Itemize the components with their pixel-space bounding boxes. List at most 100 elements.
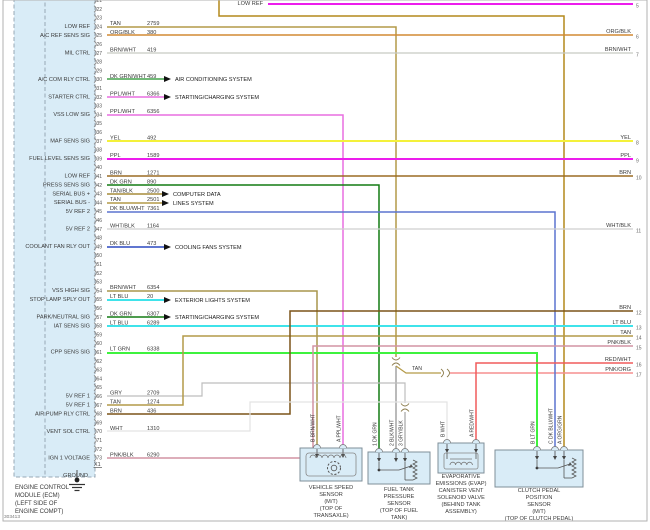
top-source-label: LOW REF xyxy=(238,1,264,7)
edge-ref-number: 17 xyxy=(636,373,642,379)
pin-wire-color: GRY xyxy=(110,391,122,397)
pin-circuit-number: 2500 xyxy=(147,188,159,194)
pin-number: 37 xyxy=(97,139,103,145)
system-link-label: STARTING/CHARGING SYSTEM xyxy=(175,315,259,321)
pin-number: 71 xyxy=(97,438,103,444)
pin-circuit-number: 6289 xyxy=(147,320,159,326)
pin-circuit-number: 436 xyxy=(147,408,156,414)
evap-pin-wire-label: A RED/WHT xyxy=(470,409,476,437)
pin-number: 24 xyxy=(97,24,103,30)
pin-wire-color: LT GRN xyxy=(110,347,130,353)
cpp-pin-socket-icon xyxy=(551,446,559,451)
pin-circuit-number: 6307 xyxy=(147,312,159,318)
vss-caption: TRANSAXLE) xyxy=(313,513,348,519)
pin-circuit-number: 2501 xyxy=(147,197,159,203)
pin-function-label: LOW REF xyxy=(65,24,91,30)
pin-circuit-number: 2759 xyxy=(147,21,159,27)
ftp-pin-wire-label: 1 DK GRN xyxy=(373,422,379,446)
pin-function-label: AIR PUMP RLY CTRL xyxy=(35,411,90,417)
pin-number: 68 xyxy=(97,412,103,418)
pin-function-label: FUEL LEVEL SENS SIG xyxy=(29,156,90,162)
edge-wire-color: ORG/BLK xyxy=(606,29,631,35)
pin-function-label: 5V REF 2 xyxy=(66,227,90,233)
pin-wire-color: PPL/WHT xyxy=(110,109,135,115)
vss-pin-wire-label: B BRN/WHT xyxy=(311,414,317,442)
wiring-diagram: TAN21222324LOW REF TAN 275925A/C REF SENS … xyxy=(0,0,650,530)
system-link-label: LINES SYSTEM xyxy=(173,201,214,207)
vss-caption: SENSOR xyxy=(319,492,343,498)
ftp-caption: SENSOR xyxy=(387,501,411,507)
pin-number: 35 xyxy=(97,121,103,127)
wiring-diagram-page: TAN 21 22 23 24 LOW REF TAN 2759 25 A/C REF SENS … xyxy=(0,0,650,530)
edge-ref-number: 15 xyxy=(636,346,642,352)
pin-wire-color: BRN/WHT xyxy=(110,48,137,54)
pin-circuit-number: 2709 xyxy=(147,391,159,397)
pin-number: 59 xyxy=(97,332,103,338)
pin-number: 29 xyxy=(97,68,103,74)
cpp-caption: SENSOR xyxy=(527,502,551,508)
pin-circuit-number: 380 xyxy=(147,30,156,36)
pin-number: 23 xyxy=(97,16,103,22)
pin-number: 64 xyxy=(97,376,103,382)
splice-wire-color-label: TAN xyxy=(412,366,422,372)
pin-number: 48 xyxy=(97,236,103,242)
pin-wire-color: DK GRN xyxy=(110,180,132,186)
edge-wire-color: BRN xyxy=(619,170,631,176)
pin-circuit-number: 6366 xyxy=(147,92,159,98)
evap-pin-socket-icon xyxy=(472,439,480,444)
evap-pin-socket-icon xyxy=(443,439,451,444)
ftp-pin-socket-icon xyxy=(375,448,383,453)
edge-ref-number: 7 xyxy=(636,53,639,59)
pin-wire-color: TAN xyxy=(110,21,121,27)
vss-caption: VEHICLE SPEED xyxy=(309,485,353,491)
ftp-caption: FUEL TANK xyxy=(384,487,414,493)
pin-wire-color: ORG/BLK xyxy=(110,30,135,36)
edge-wire-color: BRN/WHT xyxy=(605,47,632,53)
ecm-caption: (LEFT SIDE OF xyxy=(15,501,58,507)
pin-function-label: SERIAL BUS - xyxy=(54,200,90,206)
pin-function-label: 5V REF 1 xyxy=(66,394,90,400)
pin-number: 65 xyxy=(97,385,103,391)
edge-ref-number: 11 xyxy=(636,229,641,235)
ftp-sensor-box xyxy=(367,451,431,485)
pin-number: 26 xyxy=(97,42,103,48)
pin-number: 51 xyxy=(97,262,103,268)
evap-pin-wire-label: B WHT xyxy=(441,421,447,437)
pin-circuit-number: 1589 xyxy=(147,153,159,159)
pin-number: 28 xyxy=(97,60,103,66)
cpp-pin-wire-label: C DK BLU/WHT xyxy=(549,408,555,444)
edge-wire-color: WHT/BLK xyxy=(606,223,631,229)
pin-function-label: STARTER CTRL xyxy=(48,95,90,101)
pin-number: 40 xyxy=(97,165,103,171)
pin-number: 54 xyxy=(97,288,103,294)
pin-wire-color: PPL xyxy=(110,153,121,159)
pin-number: 38 xyxy=(97,148,103,154)
vss-caption: (M/T) xyxy=(324,499,337,505)
pin-function-label: SERIAL BUS + xyxy=(52,191,90,197)
pin-number: 32 xyxy=(97,95,103,101)
pin-number: 39 xyxy=(97,156,103,162)
pin-number: 46 xyxy=(97,218,103,224)
pin-function-label: PRESS SENS SIG xyxy=(43,183,90,189)
ftp-caption: TANK) xyxy=(391,515,408,521)
pin-number: 62 xyxy=(97,359,103,365)
vss-pin-wire-label: A PPL/WHT xyxy=(337,415,343,442)
ftp-caption: PRESSURE xyxy=(384,494,415,500)
pin-number: 66 xyxy=(97,394,103,400)
pin-wire-color: LT BLU xyxy=(110,294,128,300)
pin-function-label: CPP SENS SIG xyxy=(51,350,90,356)
cpp-sensor-box xyxy=(494,449,584,488)
pin-circuit-number: 1274 xyxy=(147,400,159,406)
pin-function-label: MAF SENS SIG xyxy=(50,139,90,145)
pin-wire-color: BRN/WHT xyxy=(110,285,137,291)
pin-circuit-number: 6338 xyxy=(147,347,159,353)
pin-wire-color: TAN xyxy=(110,197,121,203)
cpp-caption: (M/T) xyxy=(532,509,545,515)
pin-wire-color: DK BLU xyxy=(110,241,130,247)
pin-number: 41 xyxy=(97,174,103,180)
figure-number: 303413 xyxy=(4,514,20,520)
edge-wire-color: BRN xyxy=(619,305,631,311)
pin-wire-color: BRN xyxy=(110,408,122,414)
pin-number: 34 xyxy=(97,112,103,118)
pin-number: 44 xyxy=(97,200,103,206)
